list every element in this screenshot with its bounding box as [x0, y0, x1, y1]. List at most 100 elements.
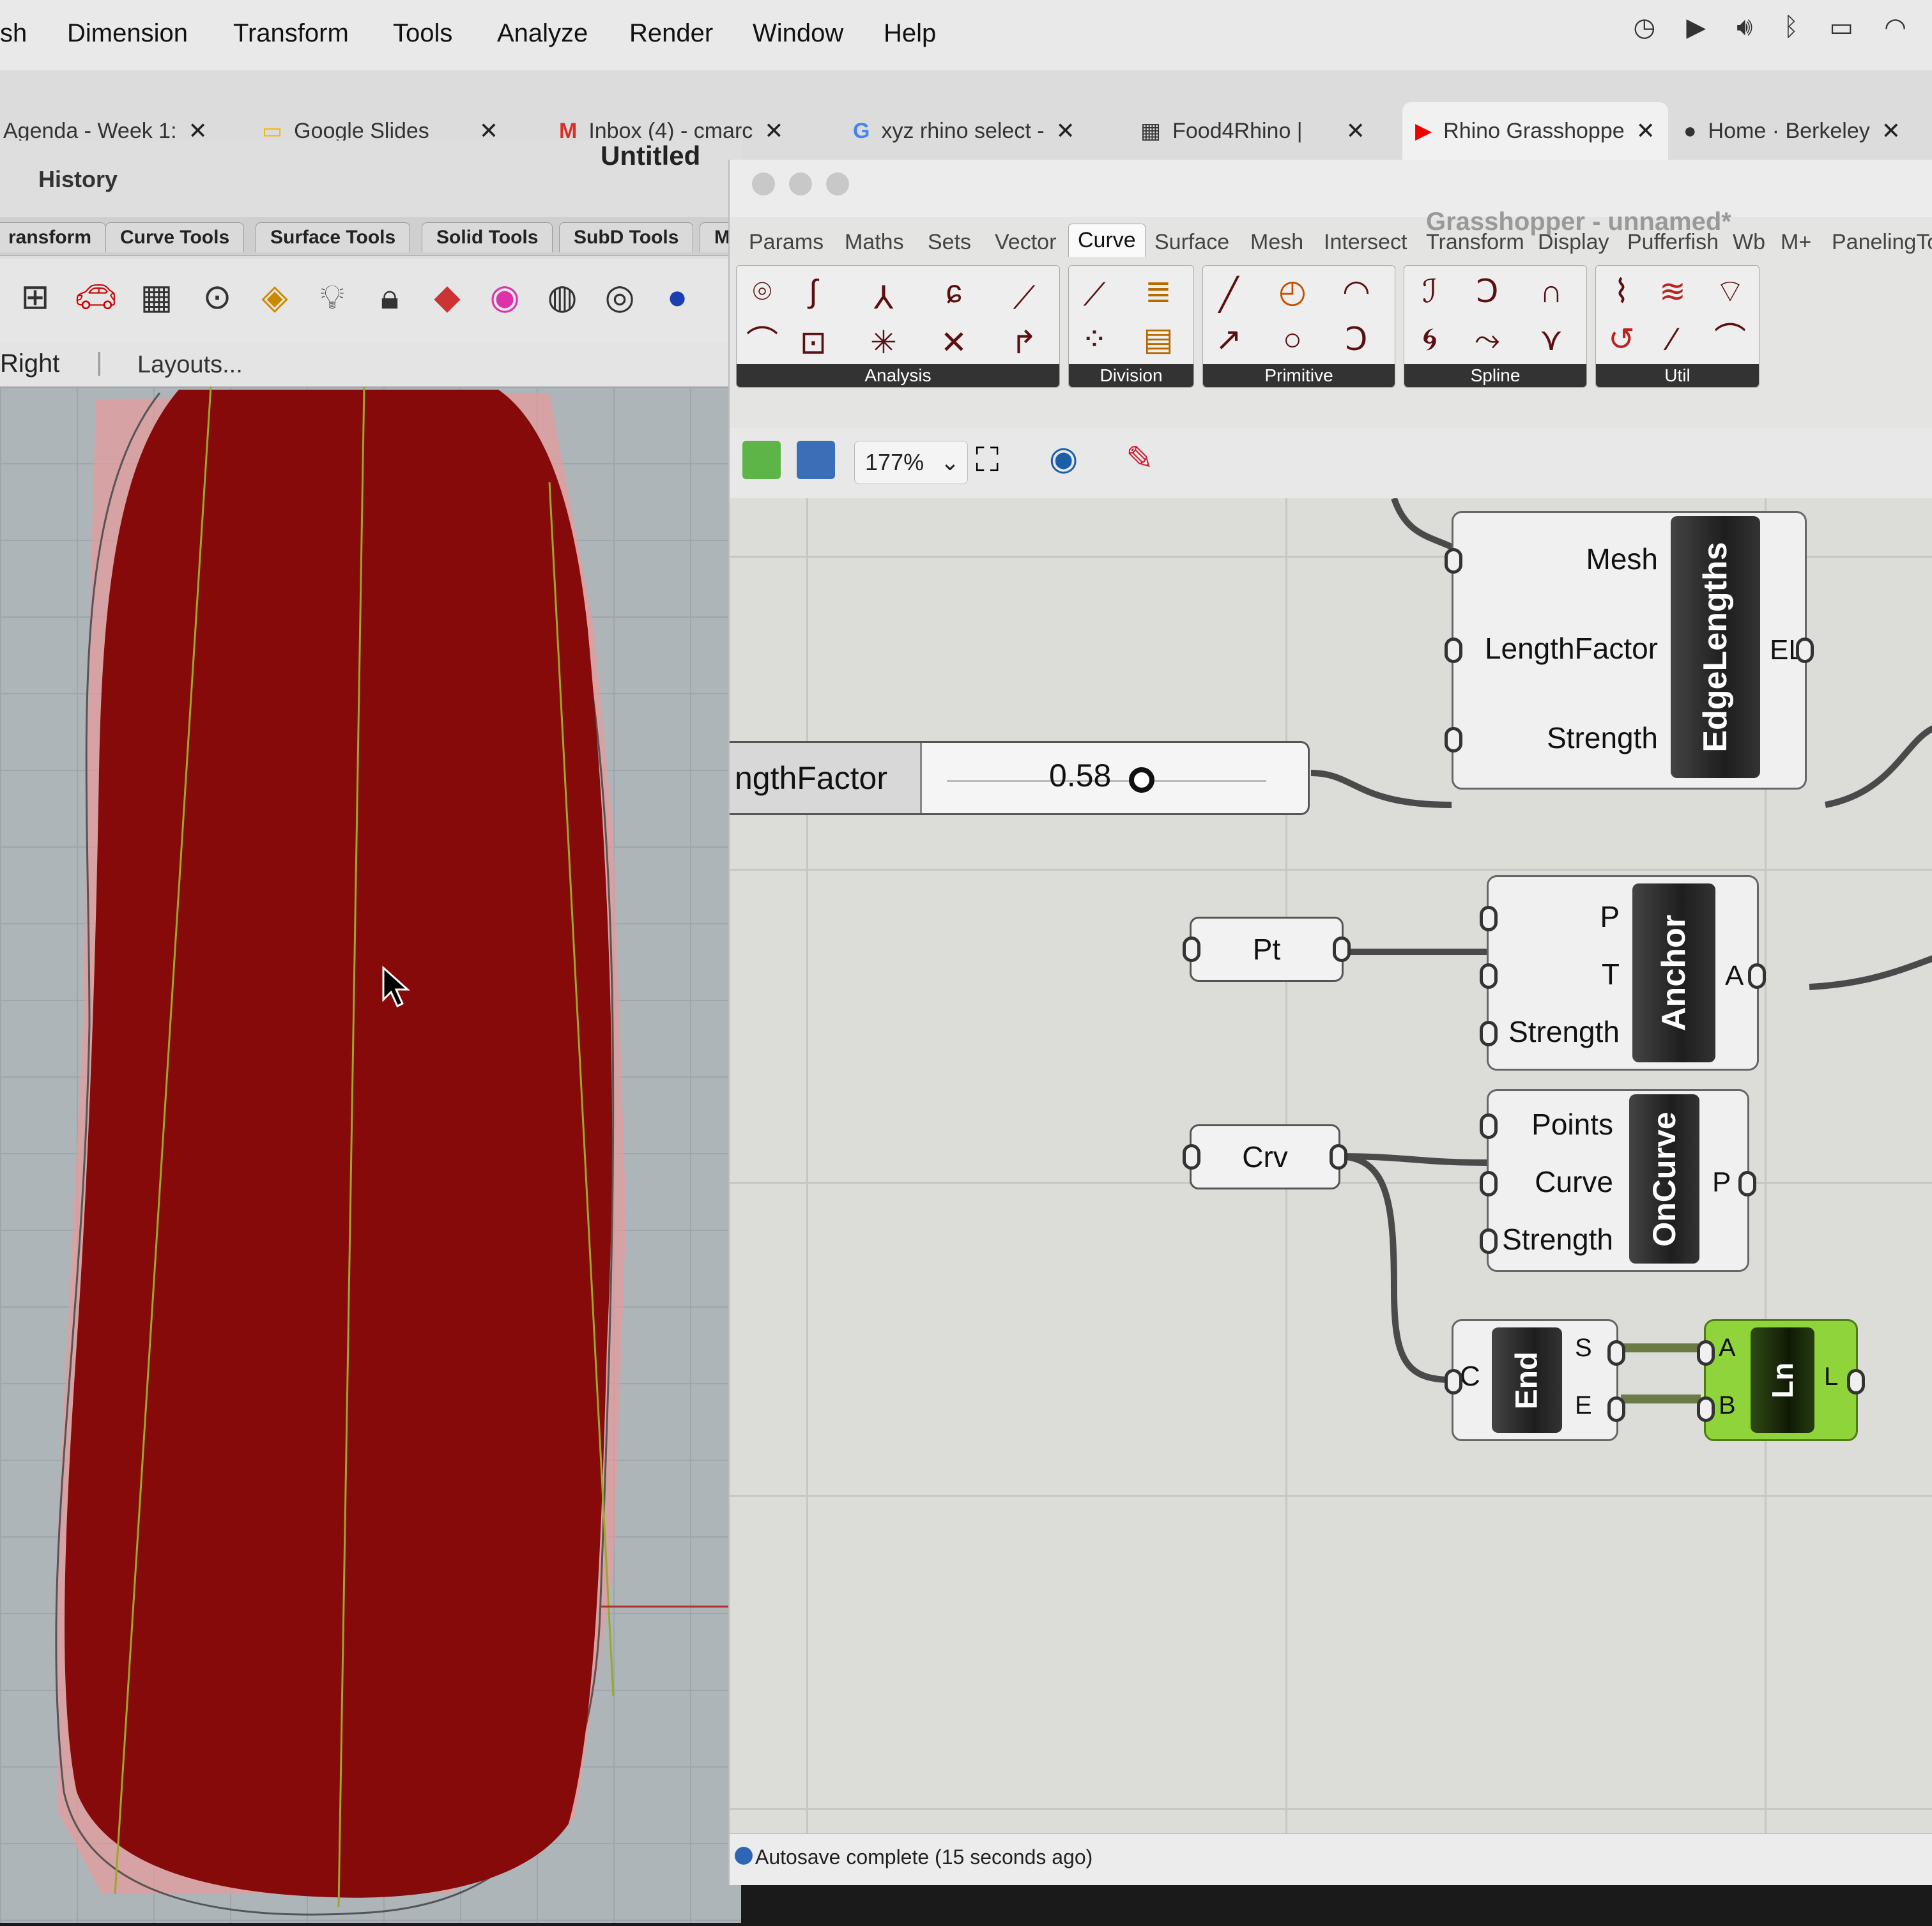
- fillet-icon[interactable]: ⌔: [1711, 272, 1749, 310]
- zoom-extents-icon[interactable]: ⛶: [976, 441, 999, 480]
- line-component[interactable]: A B Ln L: [1697, 1319, 1865, 1441]
- group-label-primitive[interactable]: Primitive: [1203, 364, 1395, 387]
- menu-item-window[interactable]: Window: [753, 19, 843, 48]
- circle-icon[interactable]: ○: [1273, 320, 1312, 358]
- output-port[interactable]: [1607, 1340, 1625, 1366]
- input-port[interactable]: [1480, 906, 1498, 931]
- close-icon[interactable]: ✕: [764, 118, 783, 144]
- wifi-icon[interactable]: ◠: [1884, 13, 1906, 42]
- group-label-analysis[interactable]: Analysis: [737, 364, 1059, 387]
- tab-subd-tools[interactable]: SubD Tools: [559, 222, 694, 252]
- input-port[interactable]: [1480, 1021, 1498, 1046]
- minimize-window-button[interactable]: [789, 172, 812, 195]
- close-icon[interactable]: ✕: [1056, 118, 1075, 144]
- browser-tab[interactable]: G xyz rhino select - ✕: [853, 109, 1075, 153]
- circle-cnr-icon[interactable]: ◴: [1273, 272, 1312, 310]
- tab-mplus[interactable]: M+: [1781, 230, 1811, 255]
- segment-lengths-icon[interactable]: ⌒: [743, 323, 781, 362]
- grid-plane-icon[interactable]: ▦: [134, 275, 179, 319]
- divide-distance-icon[interactable]: ⁘: [1075, 320, 1114, 358]
- output-port[interactable]: [1847, 1369, 1865, 1395]
- input-port[interactable]: [1697, 1396, 1715, 1422]
- gh-canvas[interactable]: ngthFactor 0.58 Mesh LengthFactor Streng…: [730, 498, 1932, 1833]
- tab-pufferfish[interactable]: Pufferfish: [1627, 230, 1719, 255]
- output-port[interactable]: [1738, 1171, 1756, 1196]
- output-port[interactable]: [1607, 1396, 1625, 1422]
- input-port[interactable]: [1445, 727, 1462, 753]
- input-port[interactable]: [1445, 638, 1462, 663]
- offset-curve-icon[interactable]: ≋: [1653, 272, 1692, 310]
- curve-frame-icon[interactable]: ⅄: [864, 279, 903, 317]
- open-file-icon[interactable]: [742, 441, 781, 479]
- tab-maths[interactable]: Maths: [845, 230, 904, 255]
- interpolate-icon[interactable]: ℐ: [1411, 272, 1449, 310]
- viewport-tab-right[interactable]: Right: [0, 349, 59, 378]
- flip-curve-icon[interactable]: ↺: [1602, 320, 1641, 358]
- tab-wb[interactable]: Wb: [1733, 230, 1765, 255]
- slider-handle[interactable]: [1129, 767, 1154, 793]
- input-port[interactable]: [1697, 1340, 1715, 1366]
- divide-curve-icon[interactable]: ⟋: [1075, 275, 1114, 314]
- zoom-level-dropdown[interactable]: 177% ⌄: [854, 441, 968, 484]
- close-icon[interactable]: ✕: [1636, 118, 1655, 144]
- play-icon[interactable]: ▶: [1686, 13, 1706, 42]
- time-machine-icon[interactable]: ◷: [1633, 13, 1655, 42]
- menu-item-help[interactable]: Help: [884, 19, 936, 48]
- input-port[interactable]: [1183, 936, 1200, 962]
- browser-tab[interactable]: ● Home · Berkeley ✕: [1683, 109, 1901, 153]
- oncurve-component[interactable]: Points Curve Strength OnCurve P: [1480, 1089, 1756, 1272]
- control-points-icon[interactable]: ⌾: [743, 272, 781, 310]
- preview-eye-icon[interactable]: ◉: [1049, 439, 1078, 478]
- chevron-down-icon[interactable]: ⌄: [940, 441, 960, 484]
- tween-curve-icon[interactable]: ⋎: [1532, 320, 1570, 358]
- helix-icon[interactable]: 🌀︎: [1411, 320, 1449, 358]
- tab-sets[interactable]: Sets: [928, 230, 971, 255]
- menu-item-mesh[interactable]: sh: [0, 19, 27, 48]
- layer-icon[interactable]: ◆: [425, 275, 470, 319]
- four-viewports-icon[interactable]: ⊞: [13, 275, 57, 319]
- menu-item-transform[interactable]: Transform: [233, 19, 349, 48]
- end-points-component[interactable]: C End S E: [1445, 1319, 1625, 1441]
- arc-3pt-icon[interactable]: Ↄ: [1337, 320, 1376, 358]
- explode-icon[interactable]: ⁄: [1653, 320, 1692, 358]
- tab-curve-tools[interactable]: Curve Tools: [105, 222, 245, 252]
- tab-display[interactable]: Display: [1538, 230, 1609, 255]
- input-port[interactable]: [1480, 1171, 1498, 1196]
- discontinuity-icon[interactable]: ✕: [935, 323, 973, 362]
- line-sdl-icon[interactable]: ↗: [1209, 320, 1248, 358]
- menu-item-dimension[interactable]: Dimension: [67, 19, 188, 48]
- shatter-icon[interactable]: ▤: [1139, 320, 1177, 358]
- output-port[interactable]: [1333, 936, 1351, 962]
- tab-params[interactable]: Params: [749, 230, 824, 255]
- browser-tab-active[interactable]: ▶ Rhino Grasshoppe ✕: [1402, 102, 1668, 160]
- length-factor-slider[interactable]: ngthFactor 0.58: [730, 741, 1310, 815]
- input-port[interactable]: [1445, 1369, 1462, 1395]
- curvature-icon[interactable]: ɕ: [935, 272, 973, 310]
- output-port[interactable]: [1796, 638, 1814, 663]
- tab-surface[interactable]: Surface: [1154, 230, 1229, 255]
- viewport-right[interactable]: [0, 386, 741, 1923]
- tab-mesh[interactable]: Mesh: [1250, 230, 1303, 255]
- render-sphere-icon[interactable]: ●: [655, 275, 700, 319]
- tab-intersect[interactable]: Intersect: [1324, 230, 1407, 255]
- close-icon[interactable]: ✕: [1882, 118, 1901, 144]
- input-port[interactable]: [1445, 548, 1462, 574]
- polyline-icon[interactable]: ∩: [1532, 272, 1570, 310]
- bounding-box-icon[interactable]: ⊡: [794, 323, 832, 362]
- object-snap-icon[interactable]: ⊙: [195, 275, 240, 319]
- tab-transform[interactable]: Transform: [1426, 230, 1524, 255]
- light-bulb-icon[interactable]: 💡︎: [310, 275, 355, 319]
- extend-curve-icon[interactable]: ⌒: [1711, 320, 1749, 358]
- input-port[interactable]: [1183, 1144, 1200, 1170]
- shapes-icon[interactable]: ◈: [252, 275, 297, 319]
- car-icon[interactable]: 🚗︎: [73, 275, 118, 319]
- edgelengths-component[interactable]: Mesh LengthFactor Strength EdgeLengths E…: [1445, 511, 1814, 790]
- mesh-sphere-icon[interactable]: ◎: [597, 275, 642, 319]
- history-panel-label[interactable]: History: [38, 166, 118, 193]
- tab-vector[interactable]: Vector: [995, 230, 1056, 255]
- tab-panelingtools[interactable]: PanelingTo: [1832, 230, 1932, 255]
- color-wheel-icon[interactable]: ◉: [482, 275, 527, 319]
- red-mesh-shape[interactable]: [65, 390, 613, 1898]
- tab-solid-tools[interactable]: Solid Tools: [422, 222, 553, 252]
- menu-item-analyze[interactable]: Analyze: [497, 19, 588, 48]
